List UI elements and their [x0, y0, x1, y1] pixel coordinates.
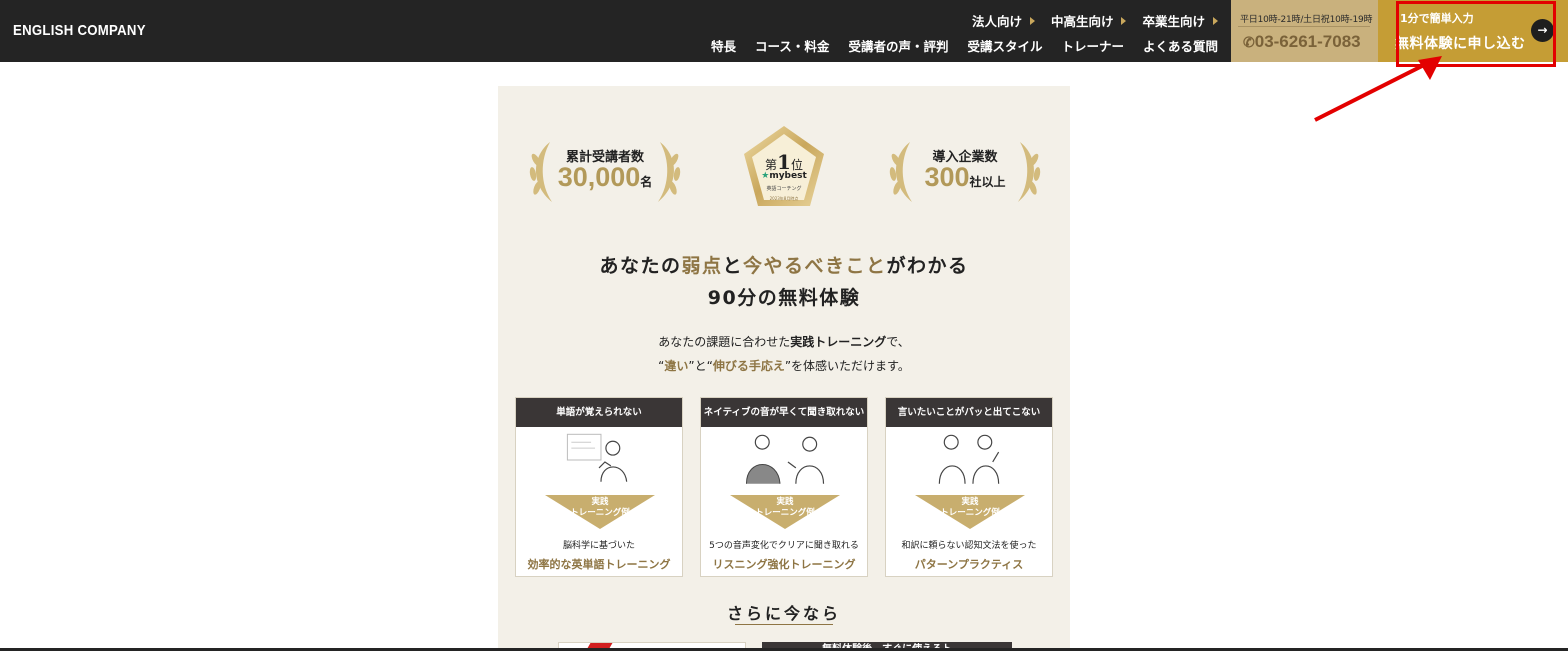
- cta-subtext: 1分で簡単入力: [1400, 12, 1474, 25]
- phone-number[interactable]: ✆03-6261-7083: [1243, 32, 1361, 52]
- stat-value: 300: [924, 162, 970, 192]
- medal-text: 第1位 ★mybest 英語コーチング 2023年8月時点: [736, 150, 832, 202]
- card-header: ネイティブの音が早くて聞き取れない: [701, 398, 867, 427]
- annotation-arrow-icon: [1314, 56, 1442, 122]
- chevron-right-icon: [1121, 16, 1127, 25]
- nav-faq[interactable]: よくある質問: [1143, 36, 1218, 55]
- card-title: リスニング強化トレーニング: [712, 558, 856, 571]
- card-description: 和訳に頼らない認知文法を使った: [901, 541, 1037, 551]
- nav-trainers[interactable]: トレーナー: [1061, 36, 1124, 55]
- card-description: 脳科学に基づいた: [562, 541, 635, 551]
- card-description: 5つの音声変化でクリアに聞き取れる: [709, 541, 859, 551]
- training-card-listening: ネイティブの音が早くて聞き取れない 実践 トレーニング例 5つの音声変化でクリアに…: [700, 397, 868, 577]
- conversation-illustration: [745, 434, 825, 484]
- stat-companies: 導入企業数 300社以上: [880, 136, 1050, 208]
- card-header: 言いたいことがパッと出てこない: [886, 398, 1052, 427]
- divider: [1238, 26, 1370, 27]
- stat-value: 30,000: [557, 162, 641, 192]
- card-title: 効率的な英単語トレーニング: [527, 558, 671, 571]
- lead-text: あなたの課題に合わせた実践トレーニングで、 “違い”と“伸びる手応え”を体感いた…: [658, 335, 910, 373]
- card-title: パターンプラクティス: [914, 558, 1024, 571]
- divider: [735, 624, 833, 625]
- training-cards: 単語が覚えられない 実践 トレーニング例 脳科学に基づいた 効率的な英単語トレーニ…: [515, 397, 1053, 577]
- nav-features[interactable]: 特長: [711, 36, 736, 55]
- sub-nav-students[interactable]: 中高生向け: [1051, 11, 1127, 30]
- nav-reviews[interactable]: 受講者の声・評判: [848, 36, 948, 55]
- logo[interactable]: ENGLISH COMPANY: [13, 22, 146, 39]
- stat-unit: 名: [640, 175, 653, 189]
- training-card-vocabulary: 単語が覚えられない 実践 トレーニング例 脳科学に基づいた 効率的な英単語トレーニ…: [515, 397, 683, 577]
- chevron-right-icon: [1029, 16, 1035, 25]
- sub-nav-corporate[interactable]: 法人向け: [972, 11, 1035, 30]
- card-header: 単語が覚えられない: [516, 398, 682, 427]
- nav-courses[interactable]: コース・料金: [755, 36, 829, 55]
- chevron-right-icon: [1213, 16, 1218, 25]
- page-headline: あなたの弱点と今やるべきことがわかる 90分の無料体験: [599, 255, 969, 309]
- phone-icon: ✆: [1243, 34, 1255, 50]
- more-offer-heading: さらに今なら: [726, 604, 841, 623]
- trial-panel: 累計受講者数 30,000名 第1位 ★mybest 英語コーチング 2023年…: [498, 86, 1070, 651]
- arrow-right-icon: →: [1531, 19, 1554, 42]
- nav-styles[interactable]: 受講スタイル: [967, 36, 1042, 55]
- mybest-logo: ★mybest: [761, 171, 807, 181]
- women-talking-illustration: [938, 434, 1000, 484]
- training-card-speaking: 言いたいことがパッと出てこない 実践 トレーニング例 和訳に頼らない認知文法を使っ…: [885, 397, 1053, 577]
- phone-hours: 平日10時-21時/土日祝10時-19時: [1240, 15, 1373, 25]
- sub-nav-graduates[interactable]: 卒業生向け: [1142, 11, 1218, 30]
- main-nav: 特長 コース・料金 受講者の声・評判 受講スタイル トレーナー よくある質問: [711, 36, 1218, 55]
- stat-students: 累計受講者数 30,000名: [520, 136, 690, 208]
- stat-unit: 社以上: [969, 175, 1006, 189]
- man-studying-illustration: [566, 433, 628, 482]
- sub-nav: 法人向け 中高生向け 卒業生向け: [972, 11, 1218, 30]
